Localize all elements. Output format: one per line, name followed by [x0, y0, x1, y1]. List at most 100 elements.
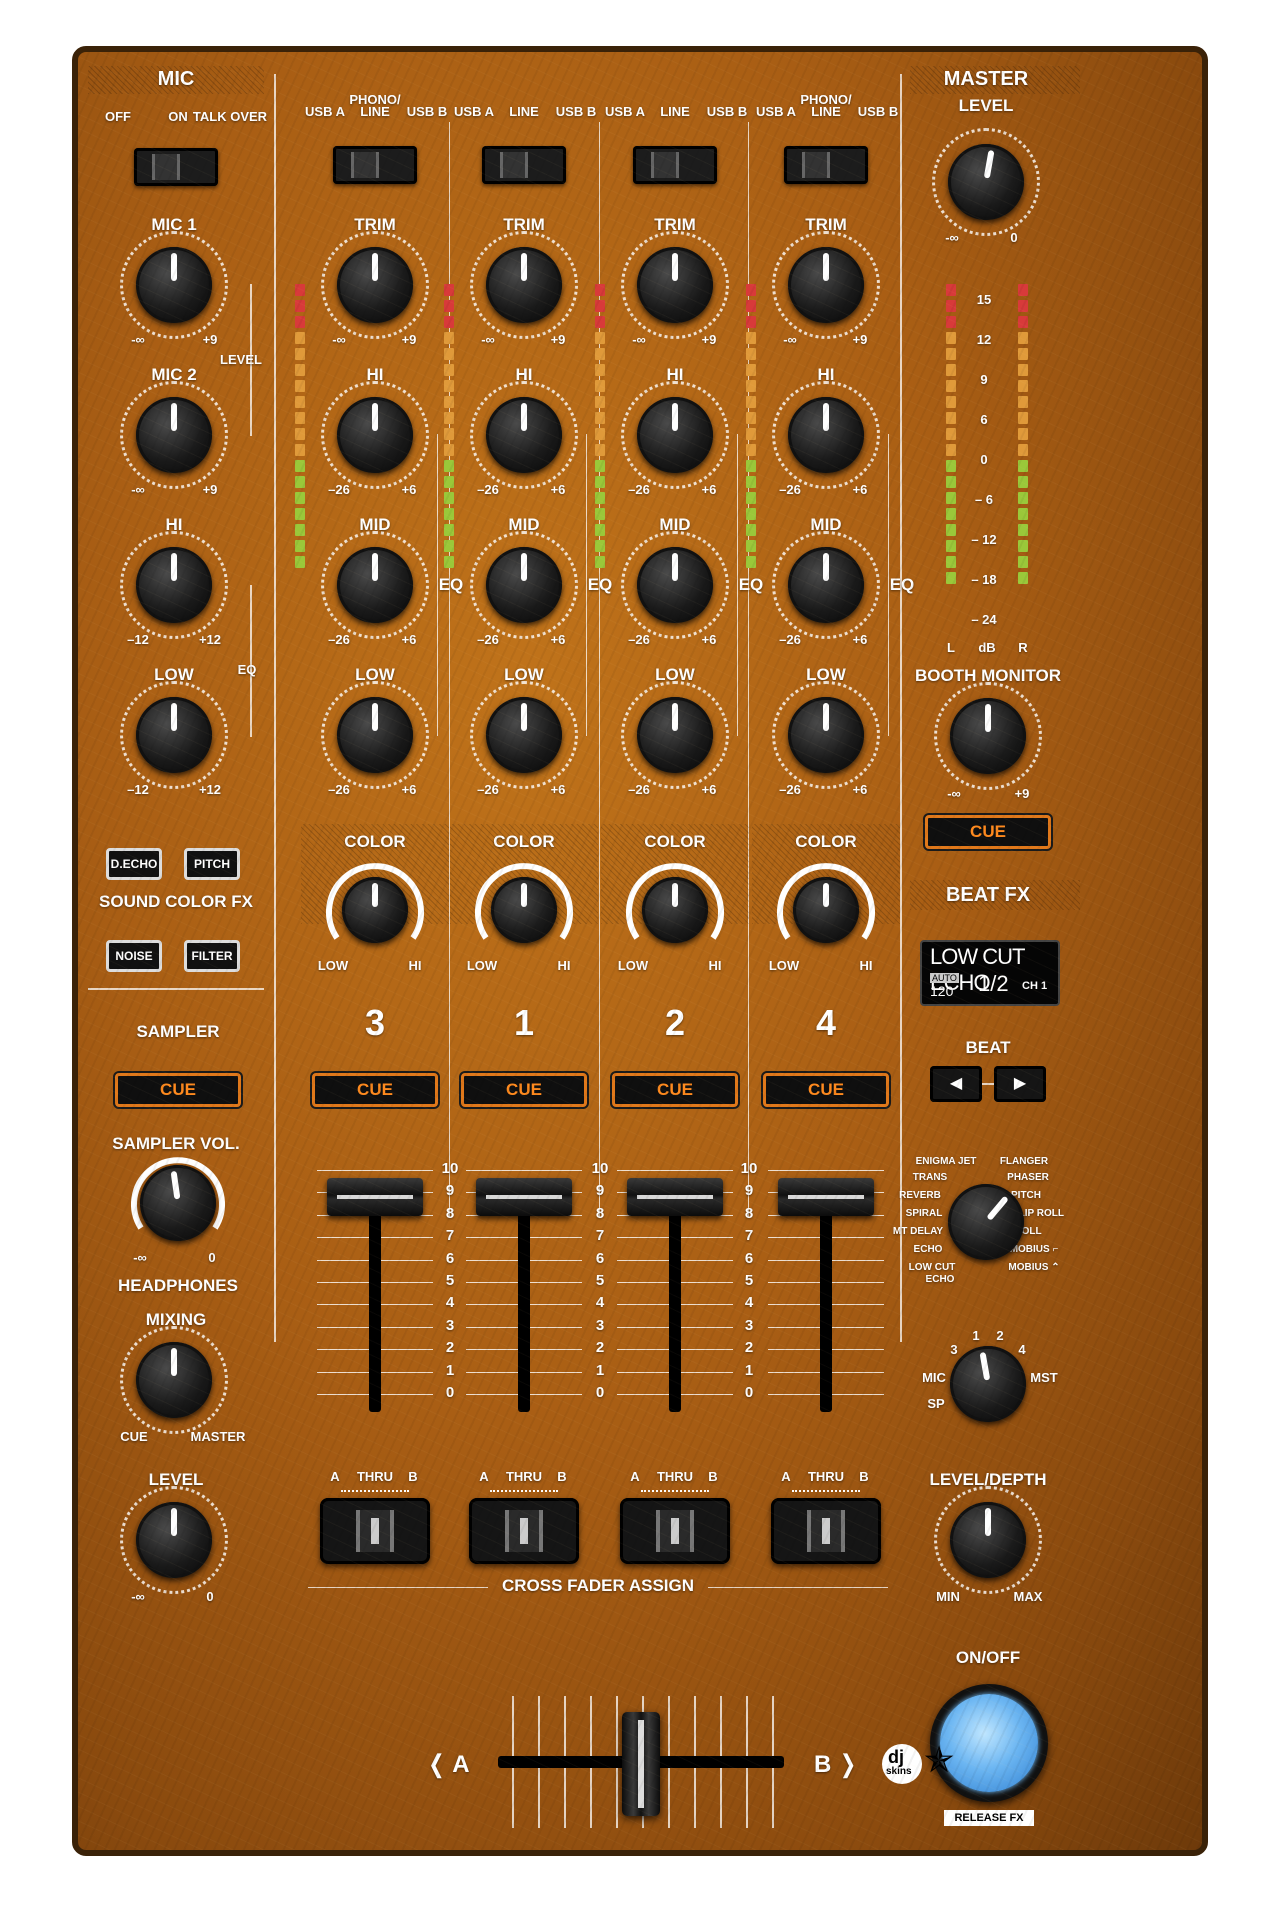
booth-cue-button[interactable]: CUE — [925, 815, 1051, 849]
channel-4-hi-knob[interactable] — [788, 397, 864, 473]
scale-min: -∞ — [783, 332, 797, 347]
channel-3-crossfader-assign-switch[interactable] — [320, 1498, 430, 1564]
fader-scale-label: 0 — [744, 1384, 754, 1401]
input-select-switch[interactable] — [784, 146, 868, 184]
channel-2-fader[interactable] — [627, 1178, 723, 1216]
connector — [982, 1083, 994, 1085]
channel-2-mid-knob[interactable] — [637, 547, 713, 623]
sampler-vol-knob[interactable] — [140, 1165, 216, 1241]
fader-scale-label: 8 — [595, 1204, 605, 1222]
assign-thru-label: THRU — [807, 1469, 845, 1484]
beat-left-button[interactable]: ◀ — [930, 1066, 982, 1102]
channel-1-low-knob[interactable] — [486, 697, 562, 773]
channel-3-trim-knob[interactable] — [337, 247, 413, 323]
channel-4-crossfader-assign-switch[interactable] — [771, 1498, 881, 1564]
input-line-label: LINE — [509, 104, 539, 119]
mic-hi-knob[interactable] — [136, 547, 212, 623]
fader-scale-label: 5 — [595, 1272, 605, 1289]
mixer-panel: MIC OFF ON TALK OVER MIC 1 -∞ +9 MIC 2 -… — [72, 46, 1208, 1856]
beat-fx-effect-label: REVERB — [899, 1190, 941, 1201]
fader-scale-label: 1 — [595, 1361, 605, 1379]
color-low-label: LOW — [317, 958, 349, 973]
channel-2-color-knob[interactable] — [642, 877, 708, 943]
beat-right-button[interactable]: ▶ — [994, 1066, 1046, 1102]
fx-filter-button[interactable]: FILTER — [184, 940, 240, 972]
mic1-knob[interactable] — [136, 247, 212, 323]
fx-noise-button[interactable]: NOISE — [106, 940, 162, 972]
beat-fx-effect-label: FLANGER — [999, 1156, 1049, 1167]
input-usb-a-label: USB A — [454, 104, 494, 119]
input-usb-a-label: USB A — [756, 104, 796, 119]
input-usb-a-label: USB A — [605, 104, 645, 119]
channel-2-cue-button[interactable]: CUE — [612, 1073, 738, 1107]
scale-max: +9 — [1014, 786, 1030, 801]
channel-1-mid-knob[interactable] — [486, 547, 562, 623]
color-hi-label: HI — [859, 958, 873, 973]
scale-min: –26 — [779, 632, 801, 647]
channel-1-trim-knob[interactable] — [486, 247, 562, 323]
booth-monitor-knob[interactable] — [950, 698, 1026, 774]
channel-1-cue-button[interactable]: CUE — [461, 1073, 587, 1107]
meter-scale-label: 15 — [976, 292, 992, 307]
eq-label: EQ — [438, 575, 464, 594]
channel-1-color-knob[interactable] — [491, 877, 557, 943]
mixing-knob[interactable] — [136, 1342, 212, 1418]
bracket — [250, 585, 252, 737]
channel-3-hi-knob[interactable] — [337, 397, 413, 473]
crossfader-knob[interactable] — [622, 1712, 660, 1816]
channel-2-low-knob[interactable] — [637, 697, 713, 773]
fx-decho-button[interactable]: D.ECHO — [106, 848, 162, 880]
fx-pitch-button[interactable]: PITCH — [184, 848, 240, 880]
channel-2-hi-knob[interactable] — [637, 397, 713, 473]
channel-4-trim-knob[interactable] — [788, 247, 864, 323]
beat-fx-display: LOW CUT ECHO AUTO 120 1/2 CH 1 — [920, 940, 1060, 1006]
fader-scale-label: 4 — [445, 1294, 455, 1312]
ch-4-label: 4 — [1018, 1342, 1026, 1357]
fader-scale-label: 9 — [595, 1182, 605, 1200]
eq-label: EQ — [889, 575, 915, 594]
beat-fx-channel-knob[interactable] — [950, 1346, 1026, 1422]
scale-min: –26 — [477, 632, 499, 647]
channel-1-fader[interactable] — [476, 1178, 572, 1216]
channel-4-fader[interactable] — [778, 1178, 874, 1216]
assign-a-label: A — [781, 1469, 791, 1484]
level-depth-knob[interactable] — [950, 1502, 1026, 1578]
channel-2-trim-knob[interactable] — [637, 247, 713, 323]
fader-scale-label: 8 — [744, 1204, 754, 1222]
channel-3-fader[interactable] — [327, 1178, 423, 1216]
channel-1-hi-knob[interactable] — [486, 397, 562, 473]
mic2-knob[interactable] — [136, 397, 212, 473]
input-select-switch[interactable] — [333, 146, 417, 184]
beat-fx-effect-label: MT DELAY — [892, 1226, 944, 1237]
master-level-knob[interactable] — [948, 144, 1024, 220]
channel-4-cue-button[interactable]: CUE — [763, 1073, 889, 1107]
channel-3-low-knob[interactable] — [337, 697, 413, 773]
divider — [88, 988, 264, 990]
channel-3-mid-knob[interactable] — [337, 547, 413, 623]
channel-4-mid-knob[interactable] — [788, 547, 864, 623]
sampler-cue-button[interactable]: CUE — [115, 1073, 241, 1107]
channel-1-crossfader-assign-switch[interactable] — [469, 1498, 579, 1564]
channel-3-cue-button[interactable]: CUE — [312, 1073, 438, 1107]
ch-3-label: 3 — [950, 1342, 958, 1357]
headphones-title: HEADPHONES — [118, 1276, 238, 1295]
input-select-switch[interactable] — [633, 146, 717, 184]
mic-switch[interactable] — [134, 148, 218, 186]
fader-tick — [466, 1170, 582, 1171]
fader-scale-label: 2 — [595, 1339, 605, 1357]
beat-fx-select-knob[interactable] — [948, 1184, 1024, 1260]
scale-min: -∞ — [131, 332, 145, 347]
mic-low-knob[interactable] — [136, 697, 212, 773]
channel-2-crossfader-assign-switch[interactable] — [620, 1498, 730, 1564]
channel-4-low-knob[interactable] — [788, 697, 864, 773]
scale-max: +9 — [401, 332, 417, 347]
input-select-switch[interactable] — [482, 146, 566, 184]
sampler-title: SAMPLER — [136, 1022, 220, 1041]
fader-tick — [768, 1170, 884, 1171]
assign-b-label: B — [408, 1469, 418, 1484]
channel-3-color-knob[interactable] — [342, 877, 408, 943]
channel-4-color-knob[interactable] — [793, 877, 859, 943]
phones-level-knob[interactable] — [136, 1502, 212, 1578]
scale-min: -∞ — [632, 332, 646, 347]
scale-max: 0 — [206, 1589, 214, 1604]
